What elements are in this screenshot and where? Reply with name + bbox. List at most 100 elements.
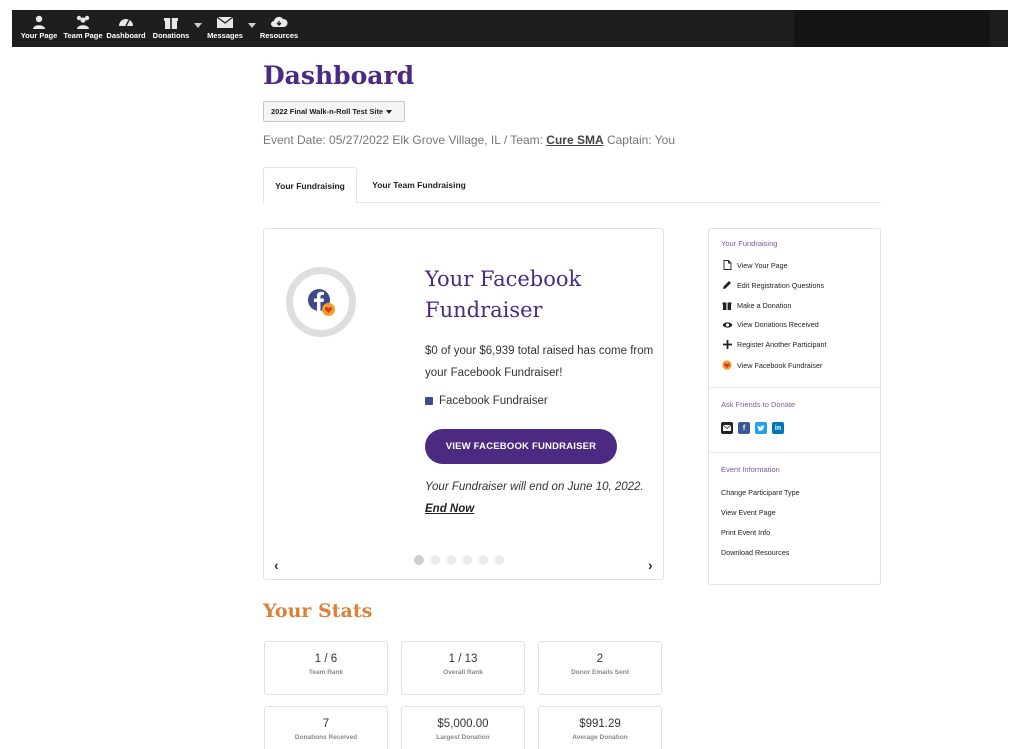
captain-text: Captain: You — [603, 133, 676, 147]
carousel-dot[interactable] — [414, 555, 424, 565]
sidebar-section-title: Your Fundraising — [721, 239, 778, 248]
sidebar-link-view-your-page[interactable]: View Your Page — [721, 260, 788, 270]
stats-title: Your Stats — [263, 600, 373, 622]
stat-label: Donations Received — [294, 734, 358, 741]
donations-dropdown-caret[interactable] — [194, 23, 202, 28]
page-title: Dashboard — [263, 61, 415, 90]
sidebar-section-title: Ask Friends to Donate — [721, 400, 796, 409]
nav-label: Dashboard — [106, 31, 146, 40]
nav-team-page[interactable]: Team Page — [62, 14, 104, 44]
facebook-icon[interactable]: f — [738, 422, 750, 434]
stat-value: $991.29 — [579, 718, 621, 730]
sidebar-link-print-event-info[interactable]: Print Event Info — [721, 528, 770, 537]
sidebar-section-title: Event Information — [721, 465, 780, 474]
stat-card-average-donation: $991.29 Average Donation — [538, 706, 662, 749]
nav-label: Messages — [207, 31, 243, 40]
sidebar-link-label: Make a Donation — [737, 300, 792, 310]
facebook-heart-icon — [308, 289, 335, 316]
sidebar-link-label: View Your Page — [737, 260, 788, 270]
stat-card-donor-emails: 2 Donor Emails Sent — [538, 641, 662, 695]
sidebar-link-register-participant[interactable]: Register Another Participant — [721, 340, 827, 349]
heart-emoji-icon — [721, 360, 733, 370]
fundraiser-carousel: Your Facebook Fundraiser $0 of your $6,9… — [263, 228, 664, 580]
dashboard-icon — [119, 19, 133, 27]
end-now-link[interactable]: End Now — [425, 503, 474, 515]
eye-icon — [721, 321, 733, 329]
cloud-icon — [271, 16, 288, 27]
share-buttons: f in — [721, 422, 784, 434]
carousel-dot[interactable] — [446, 555, 456, 565]
stat-card-largest-donation: $5,000.00 Largest Donation — [401, 706, 525, 749]
email-icon[interactable] — [721, 422, 733, 434]
twitter-icon[interactable] — [755, 422, 767, 434]
stat-value: 1 / 6 — [314, 653, 338, 665]
carousel-heading: Your Facebook Fundraiser — [425, 267, 582, 322]
sidebar-link-view-event-page[interactable]: View Event Page — [721, 508, 776, 517]
facebook-progress-ring — [286, 267, 356, 337]
legend-swatch — [425, 397, 433, 405]
sidebar-link-make-donation[interactable]: Make a Donation — [721, 300, 791, 310]
stat-value: 2 — [596, 653, 604, 665]
carousel-dot[interactable] — [478, 555, 488, 565]
nav-donations[interactable]: Donations — [151, 14, 191, 44]
event-info-line: Event Date: 05/27/2022 Elk Grove Village… — [263, 133, 675, 147]
chart-legend: Facebook Fundraiser — [425, 395, 548, 407]
team-icon — [76, 15, 90, 29]
nav-resources[interactable]: Resources — [257, 14, 301, 44]
tab-your-team-fundraising[interactable]: Your Team Fundraising — [359, 167, 479, 203]
carousel-dot[interactable] — [430, 555, 440, 565]
raised-summary-text: $0 of your $6,939 total raised has come … — [425, 345, 654, 379]
fundraising-tabs: Your Fundraising Your Team Fundraising — [263, 167, 881, 204]
carousel-next-button[interactable]: › — [648, 557, 653, 573]
sidebar-link-download-resources[interactable]: Download Resources — [721, 548, 789, 557]
messages-dropdown-caret[interactable] — [248, 23, 256, 28]
linkedin-icon[interactable]: in — [772, 422, 784, 434]
sidebar-link-view-facebook-fundraiser[interactable]: View Facebook Fundraiser — [721, 360, 822, 370]
nav-label: Donations — [152, 31, 190, 40]
nav-your-page[interactable]: Your Page — [19, 14, 59, 44]
legend-label: Facebook Fundraiser — [439, 395, 548, 407]
stat-value: 7 — [322, 718, 330, 730]
stat-label: Average Donation — [572, 734, 628, 741]
carousel-prev-button[interactable]: ‹ — [274, 557, 279, 573]
sidebar-divider — [709, 387, 880, 388]
pencil-icon — [721, 280, 733, 290]
carousel-dot[interactable] — [462, 555, 472, 565]
carousel-dot[interactable] — [494, 555, 504, 565]
top-nav-right-area — [794, 10, 990, 47]
nav-label: Team Page — [63, 31, 103, 40]
nav-dashboard[interactable]: Dashboard — [106, 14, 146, 44]
top-nav-bar: Your Page Team Page Dashboard Donations … — [12, 10, 1008, 47]
stat-label: Largest Donation — [436, 734, 490, 741]
plus-icon — [721, 340, 733, 349]
gift-icon — [164, 18, 178, 29]
stat-card-team-rank: 1 / 6 Team Rank — [264, 641, 388, 695]
gift-icon — [721, 300, 733, 310]
nav-label: Resources — [259, 31, 299, 40]
sidebar-divider — [709, 452, 880, 453]
tab-your-fundraising[interactable]: Your Fundraising — [263, 167, 357, 204]
sidebar-link-change-participant-type[interactable]: Change Participant Type — [721, 488, 800, 497]
view-facebook-fundraiser-button[interactable]: VIEW FACEBOOK FUNDRAISER — [425, 429, 617, 464]
stat-value: $5,000.00 — [437, 718, 489, 730]
stat-card-donations-received: 7 Donations Received — [264, 706, 388, 749]
event-site-select-value: 2022 Final Walk-n-Roll Test Site — [271, 107, 384, 116]
nav-messages[interactable]: Messages — [204, 14, 246, 44]
sidebar-link-view-donations[interactable]: View Donations Received — [721, 320, 819, 329]
envelope-icon — [216, 16, 234, 28]
event-details-text: Event Date: 05/27/2022 Elk Grove Village… — [263, 133, 547, 147]
sidebar-link-label: Edit Registration Questions — [737, 280, 825, 290]
team-link[interactable]: Cure SMA — [546, 133, 603, 147]
stat-card-overall-rank: 1 / 13 Overall Rank — [401, 641, 525, 695]
chevron-down-icon — [386, 109, 393, 114]
page-icon — [721, 260, 733, 270]
fundraiser-end-text: Your Fundraiser will end on June 10, 202… — [425, 476, 645, 520]
stat-value: 1 / 13 — [448, 653, 478, 665]
stat-label: Overall Rank — [443, 669, 483, 676]
dashboard-sidebar: Your Fundraising View Your Page Edit Reg… — [708, 228, 881, 585]
end-date-text: Your Fundraiser will end on June 10, 202… — [425, 481, 644, 493]
sidebar-link-label: View Donations Received — [737, 320, 819, 329]
stat-label: Team Rank — [308, 669, 344, 676]
sidebar-link-edit-registration[interactable]: Edit Registration Questions — [721, 280, 824, 290]
event-site-select[interactable]: 2022 Final Walk-n-Roll Test Site — [263, 101, 405, 122]
